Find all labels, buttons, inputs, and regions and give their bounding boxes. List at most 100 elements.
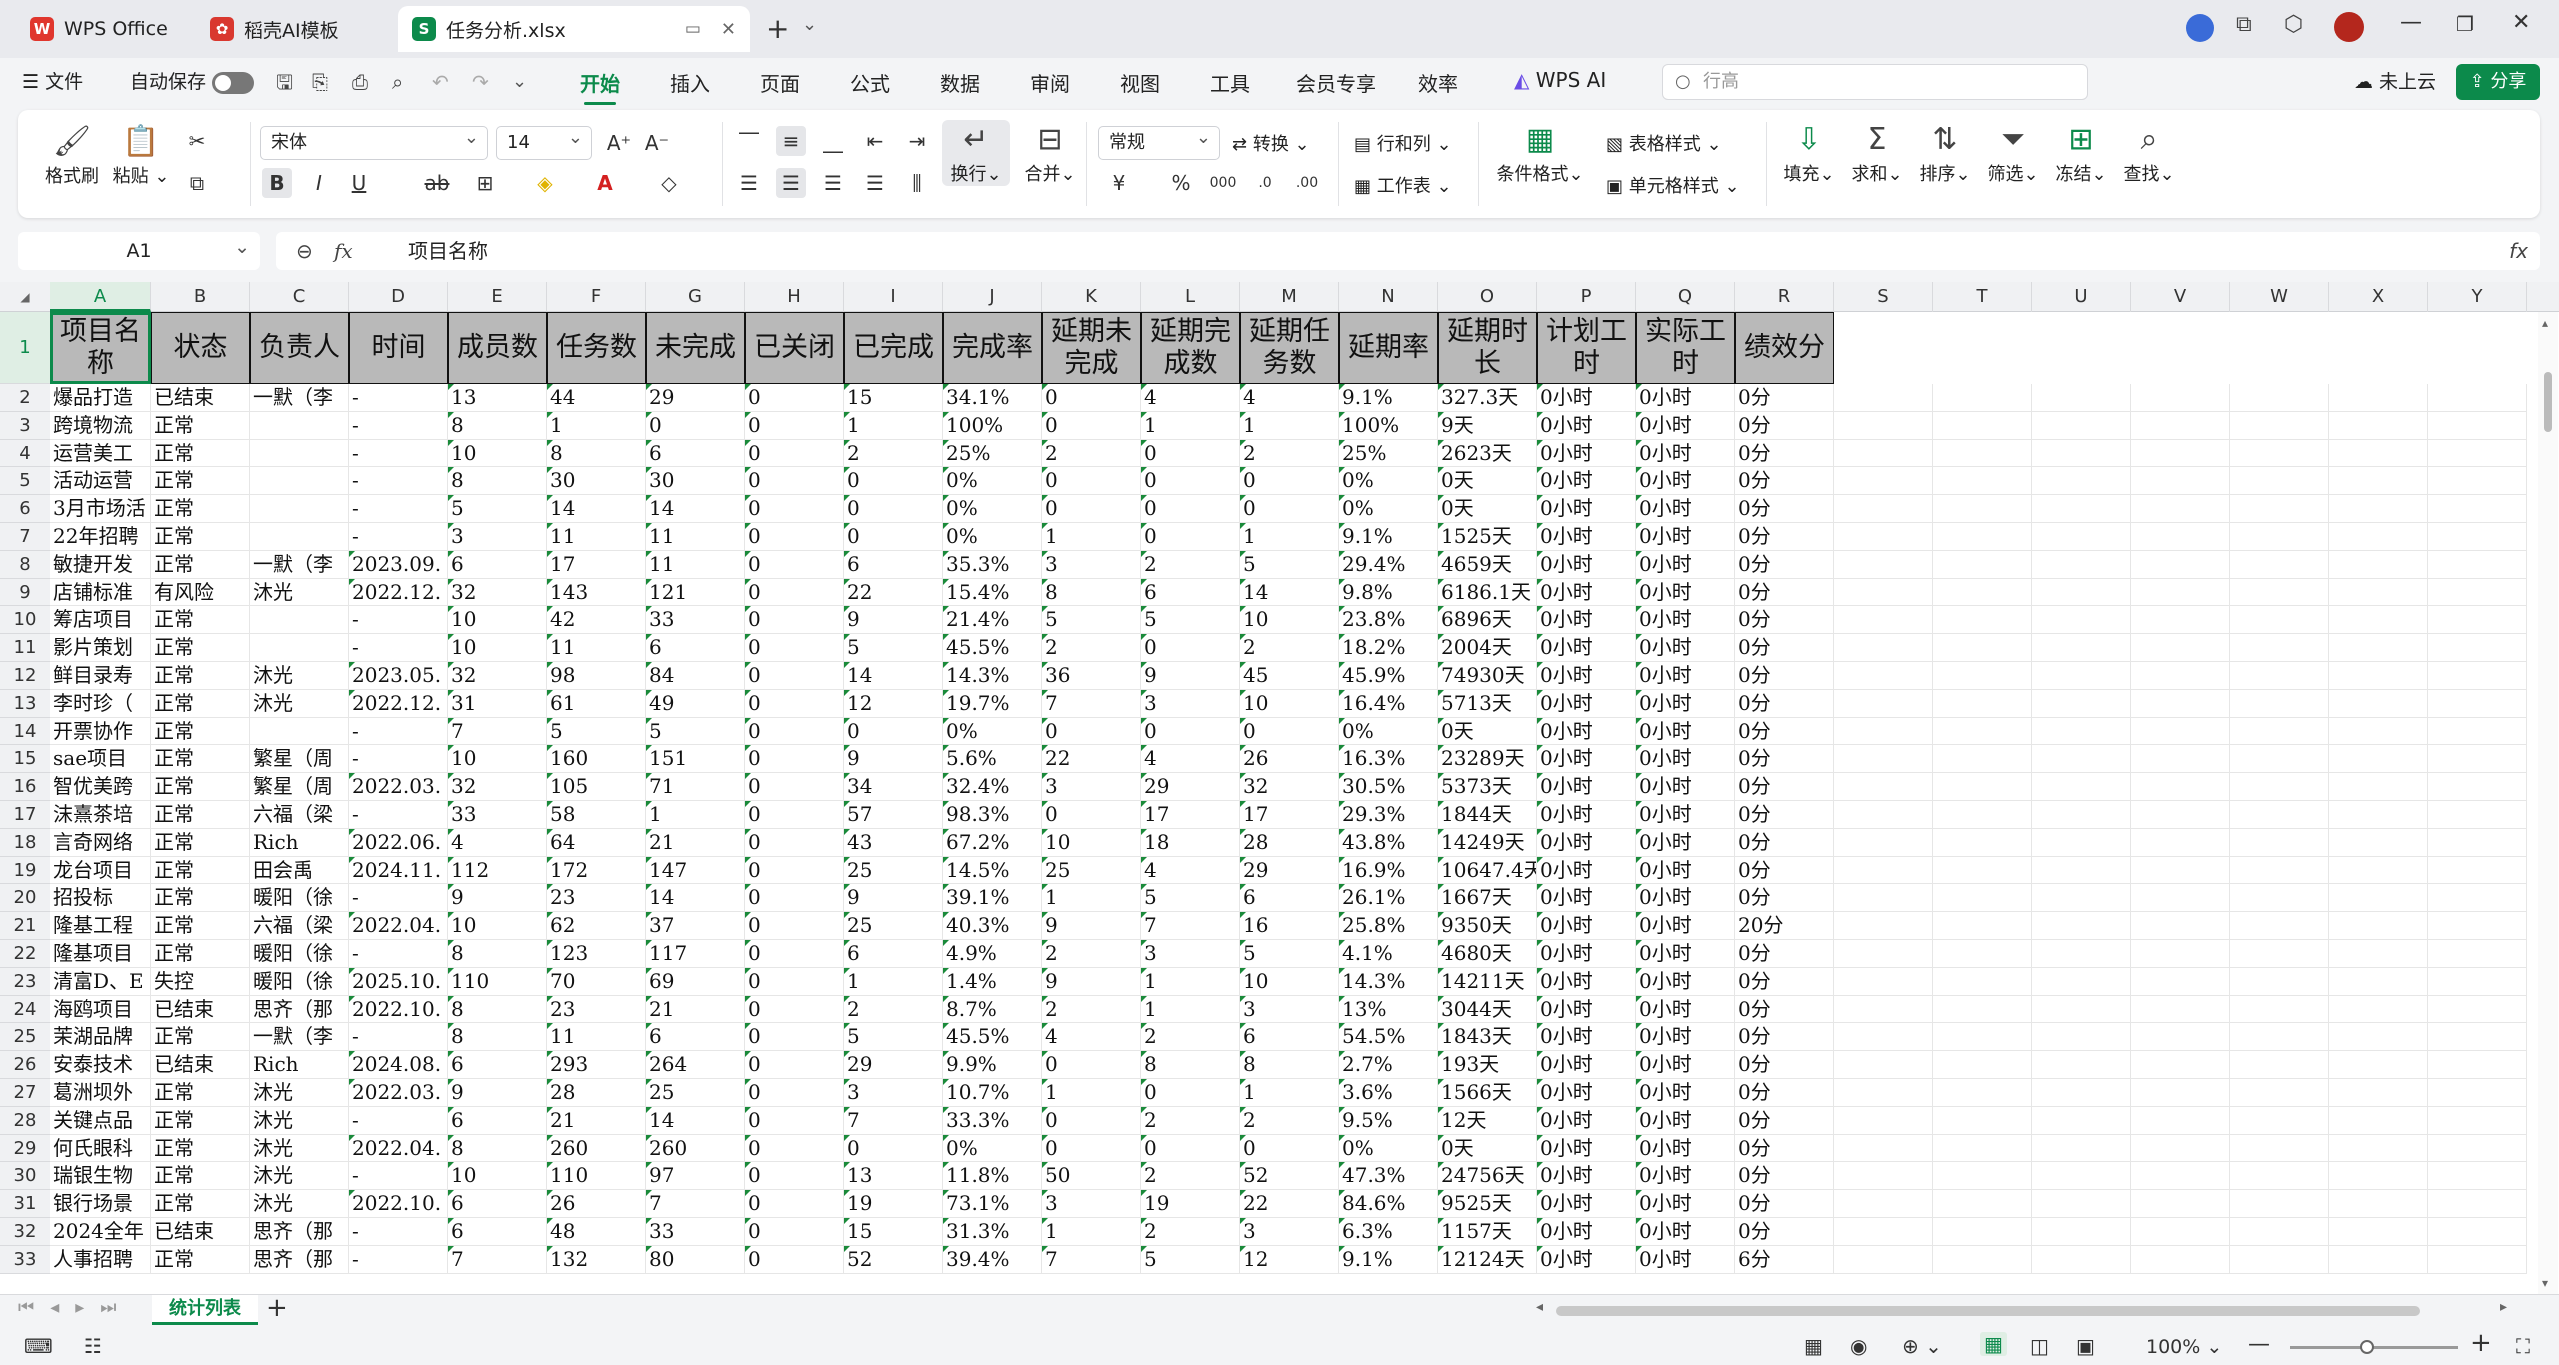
- table-cell[interactable]: 0小时: [1636, 912, 1735, 940]
- table-cell[interactable]: 0: [745, 606, 844, 635]
- table-cell[interactable]: 0天: [1438, 467, 1537, 496]
- table-cell[interactable]: 14: [1240, 578, 1339, 607]
- table-cell[interactable]: 0小时: [1537, 1023, 1636, 1052]
- table-cell[interactable]: 64: [547, 828, 646, 857]
- align-center-icon[interactable]: ☰: [776, 168, 806, 198]
- empty-cell[interactable]: [2230, 995, 2329, 1024]
- table-cell[interactable]: 8: [448, 467, 547, 496]
- empty-cell[interactable]: [2230, 1190, 2329, 1218]
- table-cell[interactable]: 8: [448, 1134, 547, 1163]
- empty-cell[interactable]: [2131, 495, 2230, 523]
- table-cell[interactable]: 已结束: [151, 1218, 250, 1246]
- empty-cell[interactable]: [1933, 662, 2032, 690]
- table-cell[interactable]: 33: [646, 1218, 745, 1246]
- table-cell[interactable]: 0: [745, 1079, 844, 1107]
- column-header-n[interactable]: N: [1339, 282, 1438, 312]
- table-cell[interactable]: 19: [1141, 1190, 1240, 1218]
- table-cell[interactable]: 已结束: [151, 995, 250, 1024]
- table-cell[interactable]: 7: [1141, 912, 1240, 940]
- table-style-button[interactable]: ▧ 表格样式 ⌄: [1606, 130, 1722, 156]
- table-cell[interactable]: 9: [1141, 662, 1240, 690]
- empty-cell[interactable]: [2032, 1023, 2131, 1052]
- table-cell[interactable]: 0小时: [1636, 523, 1735, 551]
- table-cell[interactable]: 4: [1240, 384, 1339, 412]
- table-cell[interactable]: 2022.10.: [349, 1190, 448, 1218]
- table-cell[interactable]: 正常: [151, 1106, 250, 1135]
- table-cell[interactable]: 0小时: [1636, 884, 1735, 913]
- table-cell[interactable]: 3: [1141, 689, 1240, 718]
- table-cell[interactable]: 3月市场活: [50, 495, 151, 523]
- table-cell[interactable]: 10: [448, 1162, 547, 1191]
- table-cell[interactable]: 5: [844, 634, 943, 662]
- table-cell[interactable]: 12: [844, 689, 943, 718]
- table-cell[interactable]: [250, 439, 349, 468]
- column-header-l[interactable]: L: [1141, 282, 1240, 312]
- rows-cols-button[interactable]: ▤ 行和列 ⌄: [1354, 130, 1452, 156]
- table-cell[interactable]: 0: [745, 523, 844, 551]
- empty-cell[interactable]: [2428, 1079, 2527, 1107]
- table-cell[interactable]: 2023.09.: [349, 550, 448, 579]
- table-cell[interactable]: 1843天: [1438, 1023, 1537, 1052]
- empty-cell[interactable]: [2428, 439, 2527, 468]
- assistant-icon[interactable]: [2186, 14, 2214, 42]
- table-cell[interactable]: 5: [1141, 606, 1240, 635]
- table-cell[interactable]: 0分: [1735, 801, 1834, 829]
- table-cell[interactable]: 0小时: [1537, 884, 1636, 913]
- column-header-r[interactable]: R: [1735, 282, 1834, 312]
- empty-cell[interactable]: [2131, 884, 2230, 913]
- empty-cell[interactable]: [2032, 384, 2131, 412]
- table-cell[interactable]: 9.1%: [1339, 523, 1438, 551]
- empty-cell[interactable]: [2428, 523, 2527, 551]
- table-cell[interactable]: 1: [646, 801, 745, 829]
- empty-cell[interactable]: [1834, 467, 1933, 496]
- empty-cell[interactable]: [1834, 1218, 1933, 1246]
- clear-format-icon[interactable]: ◇: [654, 168, 684, 198]
- empty-cell[interactable]: [1834, 1162, 1933, 1191]
- table-cell[interactable]: 2: [1042, 634, 1141, 662]
- table-cell[interactable]: 69: [646, 967, 745, 996]
- table-cell[interactable]: 11: [646, 550, 745, 579]
- table-cell[interactable]: 0小时: [1636, 1245, 1735, 1274]
- table-cell[interactable]: 2: [844, 439, 943, 468]
- empty-cell[interactable]: [1834, 689, 1933, 718]
- empty-cell[interactable]: [2131, 662, 2230, 690]
- table-cell[interactable]: 正常: [151, 1190, 250, 1218]
- empty-cell[interactable]: [2428, 550, 2527, 579]
- table-cell[interactable]: 0小时: [1636, 467, 1735, 496]
- row-header[interactable]: 19: [0, 856, 50, 885]
- empty-cell[interactable]: [2329, 828, 2428, 857]
- empty-cell[interactable]: [1933, 1051, 2032, 1079]
- empty-cell[interactable]: [1834, 495, 1933, 523]
- table-cell[interactable]: -: [349, 745, 448, 774]
- empty-cell[interactable]: [2032, 1190, 2131, 1218]
- row-header[interactable]: 16: [0, 773, 50, 801]
- table-cell[interactable]: 121: [646, 578, 745, 607]
- table-cell[interactable]: 3: [1240, 995, 1339, 1024]
- table-cell[interactable]: 100%: [1339, 411, 1438, 440]
- table-cell[interactable]: 8.7%: [943, 995, 1042, 1024]
- empty-cell[interactable]: [1834, 634, 1933, 662]
- header-cell[interactable]: 负责人: [250, 312, 349, 384]
- table-cell[interactable]: 1667天: [1438, 884, 1537, 913]
- empty-cell[interactable]: [2428, 689, 2527, 718]
- table-cell[interactable]: 暖阳（徐: [250, 940, 349, 968]
- empty-cell[interactable]: [2428, 745, 2527, 774]
- wrap-text-button[interactable]: ↵ 换行⌄: [942, 120, 1010, 186]
- table-cell[interactable]: 0小时: [1537, 995, 1636, 1024]
- table-cell[interactable]: 1: [1141, 995, 1240, 1024]
- save-icon[interactable]: 🖫: [276, 68, 293, 96]
- table-cell[interactable]: 10: [1042, 828, 1141, 857]
- table-cell[interactable]: 29: [1141, 773, 1240, 801]
- table-cell[interactable]: 0%: [943, 495, 1042, 523]
- table-cell[interactable]: 2: [1042, 439, 1141, 468]
- empty-cell[interactable]: [2329, 967, 2428, 996]
- table-cell[interactable]: 0%: [943, 467, 1042, 496]
- table-cell[interactable]: 正常: [151, 717, 250, 746]
- header-cell[interactable]: 任务数: [547, 312, 646, 384]
- row-header[interactable]: 14: [0, 717, 50, 746]
- empty-cell[interactable]: [2230, 940, 2329, 968]
- table-cell[interactable]: 15: [844, 384, 943, 412]
- table-cell[interactable]: 8: [547, 439, 646, 468]
- empty-cell[interactable]: [2428, 773, 2527, 801]
- row-header[interactable]: 31: [0, 1190, 50, 1218]
